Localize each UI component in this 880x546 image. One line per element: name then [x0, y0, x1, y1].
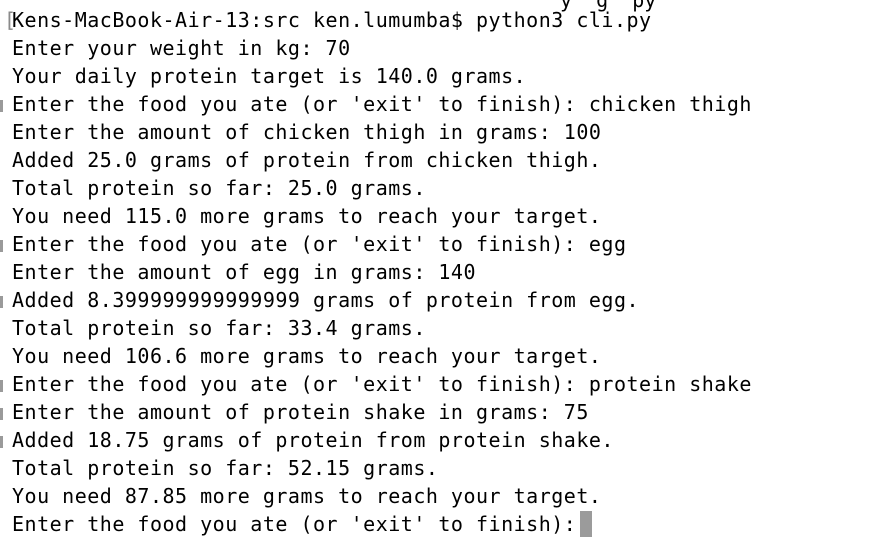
edge-mark — [0, 380, 3, 392]
window-left-edge — [0, 0, 6, 546]
output-line: Enter your weight in kg: 70 — [12, 36, 351, 60]
terminal-output: Kens-MacBook-Air-13:src ken.lumumba$ pyt… — [12, 6, 752, 538]
output-line: Enter the amount of chicken thigh in gra… — [12, 120, 602, 144]
output-line: Total protein so far: 52.15 grams. — [12, 456, 439, 480]
output-line: Added 25.0 grams of protein from chicken… — [12, 148, 602, 172]
output-line: Kens-MacBook-Air-13:src ken.lumumba$ pyt… — [12, 8, 652, 32]
edge-mark — [0, 296, 3, 308]
output-line: You need 106.6 more grams to reach your … — [12, 344, 602, 368]
output-line: You need 115.0 more grams to reach your … — [12, 204, 602, 228]
output-line: Added 18.75 grams of protein from protei… — [12, 428, 614, 452]
output-line: Total protein so far: 33.4 grams. — [12, 316, 426, 340]
terminal-window[interactable]: y g py [ Kens-MacBook-Air-13:src ken.lum… — [0, 0, 880, 546]
edge-mark — [0, 408, 3, 420]
edge-mark — [0, 240, 3, 252]
output-line: Added 8.399999999999999 grams of protein… — [12, 288, 640, 312]
output-line: You need 87.85 more grams to reach your … — [12, 484, 602, 508]
output-line: Enter the food you ate (or 'exit' to fin… — [12, 372, 752, 396]
prompt-text: Enter the food you ate (or 'exit' to fin… — [12, 512, 577, 536]
prompt-line[interactable]: Enter the food you ate (or 'exit' to fin… — [12, 510, 752, 538]
output-line: Enter the amount of protein shake in gra… — [12, 400, 589, 424]
text-cursor[interactable] — [580, 511, 593, 537]
output-line: Your daily protein target is 140.0 grams… — [12, 64, 527, 88]
output-line: Enter the food you ate (or 'exit' to fin… — [12, 232, 627, 256]
output-line: Total protein so far: 25.0 grams. — [12, 176, 426, 200]
output-line: Enter the amount of egg in grams: 140 — [12, 260, 477, 284]
edge-mark — [0, 100, 3, 112]
edge-mark — [0, 436, 3, 448]
output-line: Enter the food you ate (or 'exit' to fin… — [12, 92, 752, 116]
